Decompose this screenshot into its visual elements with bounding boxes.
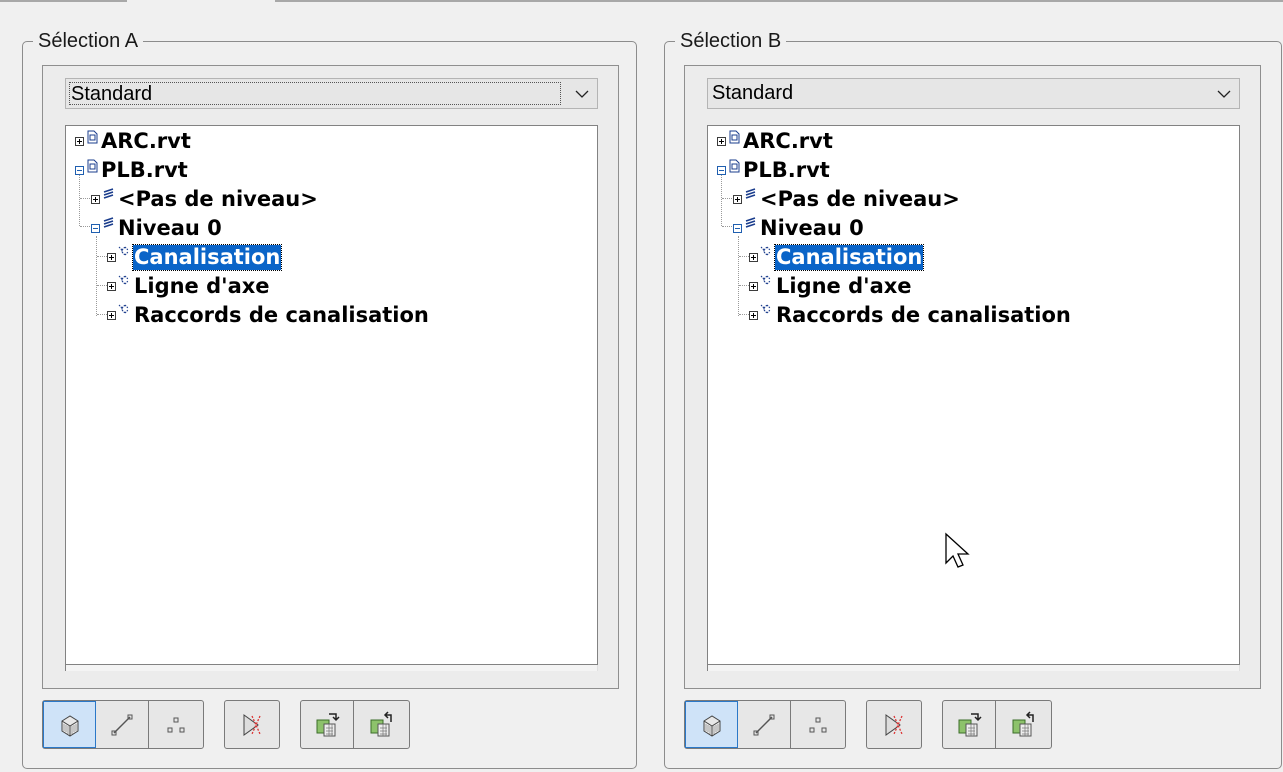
select-points-button[interactable]: [791, 701, 844, 748]
chevron-down-icon[interactable]: [1215, 85, 1233, 103]
tree-node-label: <Pas de niveau>: [760, 187, 960, 211]
cube-icon: [61, 714, 78, 737]
select-geometry-button[interactable]: [43, 701, 96, 748]
tree-node-label: <Pas de niveau>: [118, 187, 318, 211]
line-icon: [111, 714, 133, 735]
expand-icon[interactable]: [749, 311, 758, 320]
category-icon: [118, 304, 129, 314]
expand-icon[interactable]: [107, 282, 116, 291]
selection-tree[interactable]: ARC.rvt PLB.rvt <Pas de niveau> Niveau 0: [707, 125, 1240, 665]
expand-icon[interactable]: [749, 282, 758, 291]
dropdown-value: Standard: [712, 82, 794, 104]
tree-scrollbar-area: [65, 665, 598, 671]
file-icon: [87, 130, 98, 144]
select-lines-button[interactable]: [96, 701, 149, 748]
chevron-down-icon[interactable]: [573, 85, 591, 103]
expand-icon[interactable]: [749, 253, 758, 262]
selection-set-buttons: [942, 700, 1052, 749]
tree-node-label: Niveau 0: [760, 216, 864, 240]
category-icon: [118, 246, 129, 256]
selection-mode-dropdown[interactable]: Standard: [65, 78, 598, 109]
clear-selection-icon: [243, 713, 261, 736]
points-icon: [167, 717, 184, 732]
save-selection-button[interactable]: [943, 701, 996, 748]
mouse-cursor-icon: [945, 532, 970, 568]
save-selection-button[interactable]: [301, 701, 354, 748]
load-set-icon: [370, 710, 392, 736]
select-geometry-button[interactable]: [685, 701, 738, 748]
expand-icon[interactable]: [107, 253, 116, 262]
tree-node-label: Niveau 0: [118, 216, 222, 240]
collapse-icon[interactable]: [91, 224, 100, 233]
expand-icon[interactable]: [107, 311, 116, 320]
collapse-icon[interactable]: [733, 224, 742, 233]
selection-panel: Standard ARC.rvt PLB.rvt <Pas de niveau>…: [42, 65, 619, 689]
save-set-icon: [958, 712, 982, 736]
selection-b-group: Sélection B Standard ARC.rvt PLB.rvt <Pa…: [664, 30, 1282, 769]
selection-type-buttons: [42, 700, 204, 749]
load-selection-button[interactable]: [996, 701, 1049, 748]
group-title: Sélection A: [33, 30, 144, 52]
dropdown-value: Standard: [69, 82, 561, 105]
tree-node-label: Canalisation: [773, 244, 925, 271]
expand-icon[interactable]: [733, 195, 742, 204]
clear-selection-button[interactable]: [225, 701, 278, 748]
tree-node-label: Raccords de canalisation: [134, 303, 429, 327]
collapse-icon[interactable]: [717, 166, 726, 175]
expand-icon[interactable]: [75, 137, 84, 146]
tree-node-label: Canalisation: [131, 244, 283, 271]
cube-icon: [703, 714, 720, 737]
group-title: Sélection B: [675, 30, 787, 52]
tree-scrollbar-area: [707, 665, 1240, 671]
tree-node-label: Raccords de canalisation: [776, 303, 1071, 327]
category-icon: [118, 275, 129, 285]
file-icon: [729, 159, 740, 173]
active-tab-gap: [127, 0, 275, 2]
clear-selection-button[interactable]: [867, 701, 920, 748]
selection-a-group: Sélection A Standard ARC.rvt PLB.rvt <Pa…: [22, 30, 637, 769]
line-icon: [753, 714, 775, 735]
category-icon: [760, 275, 771, 285]
level-icon: [103, 217, 114, 228]
expand-icon[interactable]: [717, 137, 726, 146]
tree-node-label: PLB.rvt: [101, 158, 188, 182]
level-icon: [103, 188, 114, 199]
level-icon: [745, 188, 756, 199]
category-icon: [760, 304, 771, 314]
select-lines-button[interactable]: [738, 701, 791, 748]
selection-type-buttons: [684, 700, 846, 749]
tree-node-label: ARC.rvt: [101, 129, 191, 153]
level-icon: [745, 217, 756, 228]
clear-buttons: [866, 700, 922, 749]
selection-set-buttons: [300, 700, 410, 749]
file-icon: [729, 130, 740, 144]
tree-node-label: PLB.rvt: [743, 158, 830, 182]
collapse-icon[interactable]: [75, 166, 84, 175]
tree-node-label: Ligne d'axe: [776, 274, 912, 298]
save-set-icon: [316, 712, 340, 736]
file-icon: [87, 159, 98, 173]
select-points-button[interactable]: [149, 701, 202, 748]
selection-mode-dropdown[interactable]: Standard: [707, 78, 1240, 109]
load-set-icon: [1012, 710, 1034, 736]
tree-node-label: Ligne d'axe: [134, 274, 270, 298]
clear-buttons: [224, 700, 280, 749]
selection-panel: Standard ARC.rvt PLB.rvt <Pas de niveau>…: [684, 65, 1261, 689]
clear-selection-icon: [885, 713, 903, 736]
category-icon: [760, 246, 771, 256]
selection-tree[interactable]: ARC.rvt PLB.rvt <Pas de niveau> Niveau 0: [65, 125, 598, 665]
tree-node-label: ARC.rvt: [743, 129, 833, 153]
points-icon: [809, 717, 826, 732]
load-selection-button[interactable]: [354, 701, 407, 748]
expand-icon[interactable]: [91, 195, 100, 204]
